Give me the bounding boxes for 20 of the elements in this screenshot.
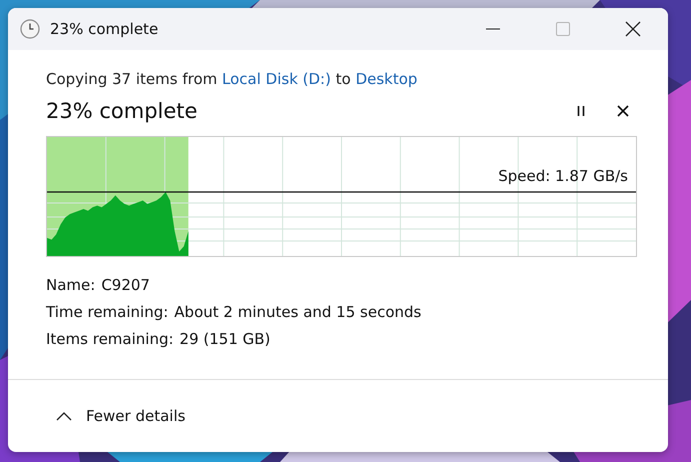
detail-label: Name: — [46, 276, 96, 294]
minimize-icon — [486, 28, 500, 30]
detail-value: About 2 minutes and 15 seconds — [174, 303, 422, 321]
close-icon — [625, 21, 641, 37]
copy-message: Copying 37 items from Local Disk (D:) to Desktop — [46, 70, 418, 88]
detail-value: 29 (151 GB) — [180, 330, 270, 348]
clock-icon — [20, 19, 40, 39]
maximize-icon — [556, 22, 570, 36]
pause-icon — [575, 105, 587, 117]
caret-icon — [56, 411, 72, 421]
source-link[interactable]: Local Disk (D:) — [222, 70, 331, 88]
window-title: 23% complete — [50, 20, 158, 38]
detail-label: Time remaining: — [46, 303, 168, 321]
detail-label: Items remaining: — [46, 330, 174, 348]
progress-heading: 23% complete — [46, 99, 198, 123]
close-icon — [617, 105, 629, 117]
destination-link[interactable]: Desktop — [356, 70, 418, 88]
speed-label: Speed: 1.87 GB/s — [498, 167, 628, 185]
details-toggle[interactable]: Fewer details — [52, 401, 190, 431]
detail-value: C9207 — [101, 276, 150, 294]
